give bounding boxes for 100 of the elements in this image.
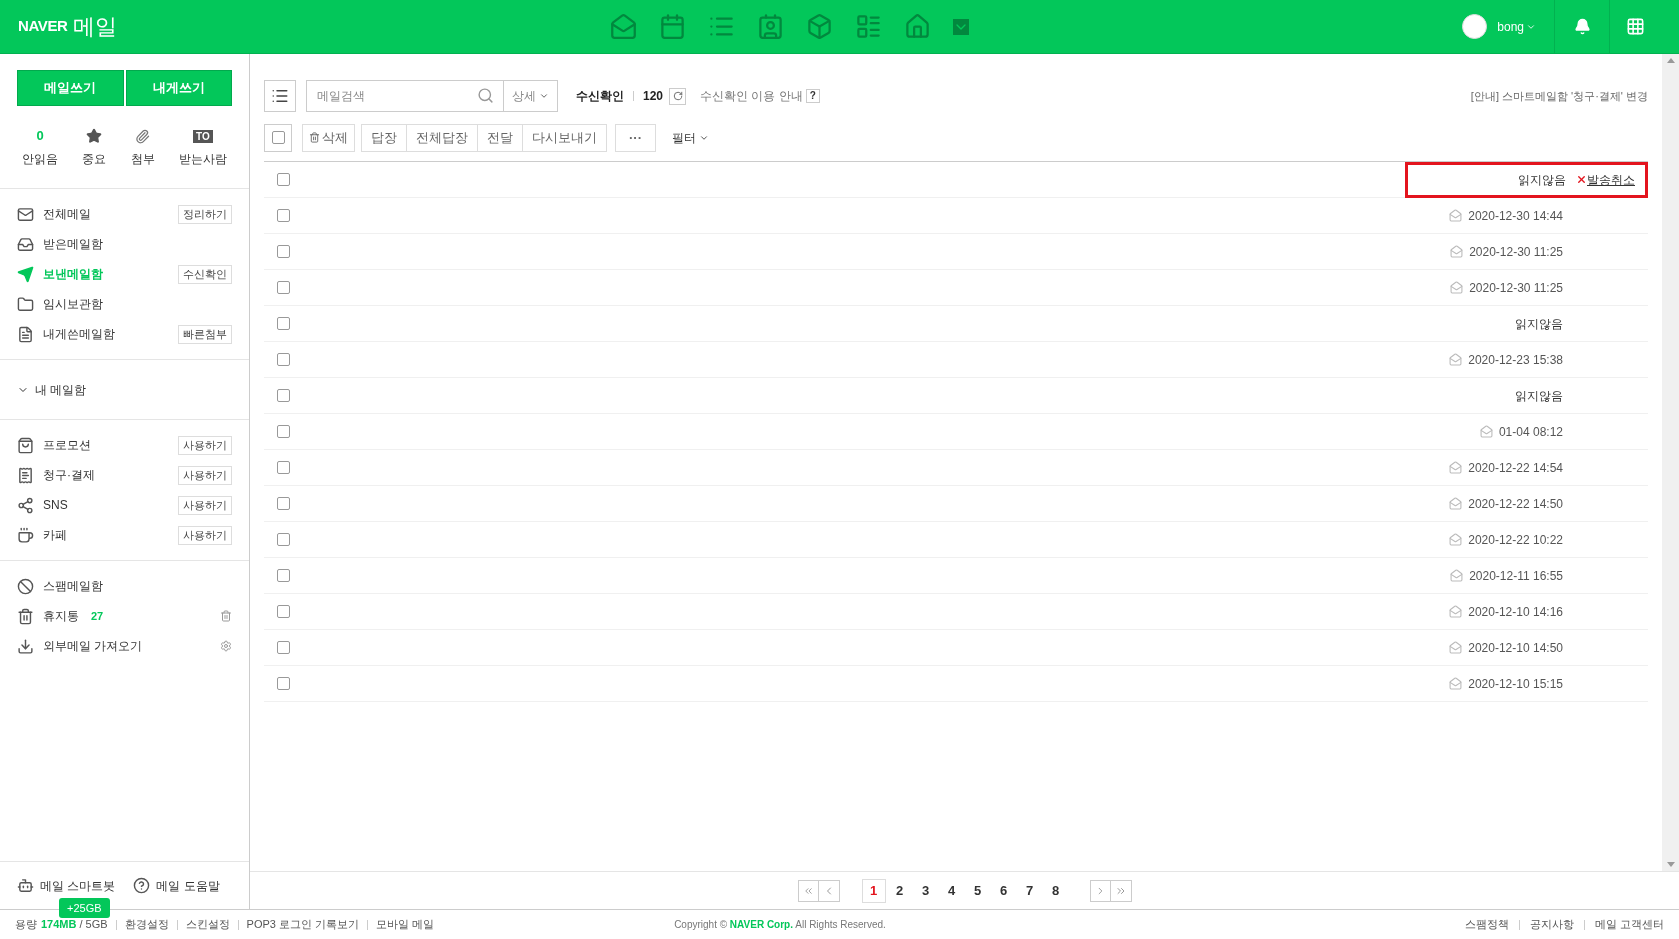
folder-link[interactable]: SNS xyxy=(43,496,68,514)
read-envelope-icon xyxy=(1450,245,1464,258)
receipt-help-link[interactable]: 수신확인 이용 안내 xyxy=(700,87,803,105)
folder-link[interactable]: 스팸메일함 xyxy=(43,577,103,595)
checkbox[interactable] xyxy=(277,425,290,438)
checkbox[interactable] xyxy=(277,497,290,510)
enable-button[interactable]: 사용하기 xyxy=(178,435,232,455)
checkbox[interactable] xyxy=(277,209,290,222)
notice-link[interactable]: [안내] 스마트메일함 '청구·결제' 변경 xyxy=(1470,87,1648,105)
checkbox[interactable] xyxy=(277,245,290,258)
help-mark[interactable]: ? xyxy=(805,89,820,103)
read-time: 2020-12-10 15:15 xyxy=(1468,675,1563,693)
page-link[interactable]: 4 xyxy=(939,878,964,903)
avatar[interactable] xyxy=(1462,14,1488,39)
contact-icon[interactable] xyxy=(756,13,784,40)
unread-status: 읽지않음 xyxy=(1515,315,1563,333)
inbox-icon xyxy=(17,235,34,253)
sidebar-link[interactable]: 메일 도움말 xyxy=(156,876,220,895)
footer-link[interactable]: 환경설정 xyxy=(124,916,169,933)
cup-icon xyxy=(17,526,34,544)
folder-link[interactable]: 받은메일함 xyxy=(43,235,103,253)
apps-icon[interactable] xyxy=(1626,17,1645,36)
page-link[interactable]: 3 xyxy=(913,878,938,903)
menu-button[interactable] xyxy=(264,80,296,112)
quick-filter-label: 중요 xyxy=(82,151,107,168)
folder-link[interactable]: 임시보관함 xyxy=(43,295,103,313)
checkbox[interactable] xyxy=(277,353,290,366)
quick-filter[interactable]: TO 받는사람 xyxy=(178,128,227,168)
folder-link[interactable]: 외부메일 가져오기 xyxy=(43,637,143,655)
quick-filter[interactable]: 0 안읽음 xyxy=(22,128,59,168)
folder-link[interactable]: 내게쓴메일함 xyxy=(43,325,115,343)
page-link[interactable]: 6 xyxy=(991,878,1016,903)
page-link[interactable]: 1 xyxy=(861,878,886,903)
search-field[interactable]: 메일검색 xyxy=(306,80,504,112)
quick-filter-label: 안읽음 xyxy=(22,151,59,168)
page-link[interactable]: 2 xyxy=(887,878,912,903)
page-link[interactable]: 5 xyxy=(965,878,990,903)
settings-icon[interactable] xyxy=(220,640,232,652)
folder-action-button[interactable]: 수신확인 xyxy=(178,264,232,284)
footer-link[interactable]: 모바일 메일 xyxy=(376,916,435,933)
checkbox[interactable] xyxy=(277,641,290,654)
folder-link[interactable]: 청구·결제 xyxy=(43,466,95,484)
detail-search-button[interactable]: 상세 xyxy=(504,80,558,112)
folder-action-button[interactable]: 정리하기 xyxy=(178,204,232,224)
folder-link[interactable]: 프로모션 xyxy=(43,436,91,454)
mail-action-button[interactable]: 전체답장 xyxy=(406,124,477,151)
dropdown-icon[interactable] xyxy=(952,19,969,35)
scroll-up-icon[interactable] xyxy=(1666,58,1675,63)
footer-link[interactable]: 공지사항 xyxy=(1529,916,1574,933)
mail-action-button[interactable]: 답장 xyxy=(362,124,406,151)
delete-button[interactable]: 삭제 xyxy=(302,123,355,152)
page-link[interactable]: 7 xyxy=(1017,878,1042,903)
filter-dropdown[interactable]: 필터 xyxy=(672,128,709,147)
read-time: 2020-12-23 15:38 xyxy=(1468,351,1563,369)
cancel-send-link[interactable]: 발송취소 xyxy=(1576,170,1635,189)
read-time: 2020-12-30 11:25 xyxy=(1469,279,1563,297)
calendar-icon[interactable] xyxy=(658,13,686,40)
mail-action-button[interactable]: 다시보내기 xyxy=(522,124,606,151)
enable-button[interactable]: 사용하기 xyxy=(178,525,232,545)
footer-link[interactable]: 스킨설정 xyxy=(185,916,230,933)
refresh-button[interactable] xyxy=(669,87,687,105)
scroll-down-icon[interactable] xyxy=(1666,862,1675,867)
enable-button[interactable]: 사용하기 xyxy=(178,465,232,485)
quick-filter[interactable]: 중요 xyxy=(82,128,107,168)
mail-open-icon[interactable] xyxy=(609,13,637,40)
folder-link[interactable]: 전체메일 xyxy=(43,205,91,223)
layout-icon[interactable] xyxy=(854,13,882,40)
scrollbar[interactable] xyxy=(1662,54,1679,871)
folder-link[interactable]: 휴지통 xyxy=(43,607,79,625)
read-envelope-icon xyxy=(1449,533,1463,546)
checkbox[interactable] xyxy=(277,461,290,474)
checkbox[interactable] xyxy=(277,677,290,690)
house-icon[interactable] xyxy=(903,13,931,40)
mail-action-button[interactable]: 전달 xyxy=(477,124,522,151)
checkbox[interactable] xyxy=(277,389,290,402)
page-link[interactable]: 8 xyxy=(1043,878,1068,903)
checkbox[interactable] xyxy=(277,605,290,618)
footer-link[interactable]: POP3 로그인 기록보기 xyxy=(246,916,360,933)
more-button[interactable]: ··· xyxy=(615,123,656,152)
checkbox[interactable] xyxy=(277,569,290,582)
folder-action-button[interactable]: 빠른첨부 xyxy=(178,324,232,344)
checkbox[interactable] xyxy=(277,317,290,330)
search-icon[interactable] xyxy=(477,87,494,104)
footer-link[interactable]: 스팸정책 xyxy=(1464,916,1509,933)
checkbox[interactable] xyxy=(277,281,290,294)
bell-icon[interactable] xyxy=(1573,18,1591,35)
receipt-count: 120 xyxy=(643,88,664,105)
folder-link[interactable]: 카페 xyxy=(43,526,67,544)
checkbox[interactable] xyxy=(277,533,290,546)
read-envelope-icon xyxy=(1449,497,1463,510)
trash-icon[interactable] xyxy=(220,610,232,622)
checkbox[interactable] xyxy=(277,173,290,186)
footer-link[interactable]: 메일 고객센터 xyxy=(1594,916,1664,933)
sidebar-link[interactable]: 메일 스마트봇 xyxy=(40,876,116,895)
checkbox[interactable] xyxy=(271,131,285,144)
quick-filter[interactable]: 첨부 xyxy=(130,128,155,168)
my-mailbox-toggle[interactable]: 내 메일함 xyxy=(17,380,87,399)
read-envelope-icon xyxy=(1449,209,1463,222)
enable-button[interactable]: 사용하기 xyxy=(178,495,232,515)
cube-icon[interactable] xyxy=(805,13,833,40)
